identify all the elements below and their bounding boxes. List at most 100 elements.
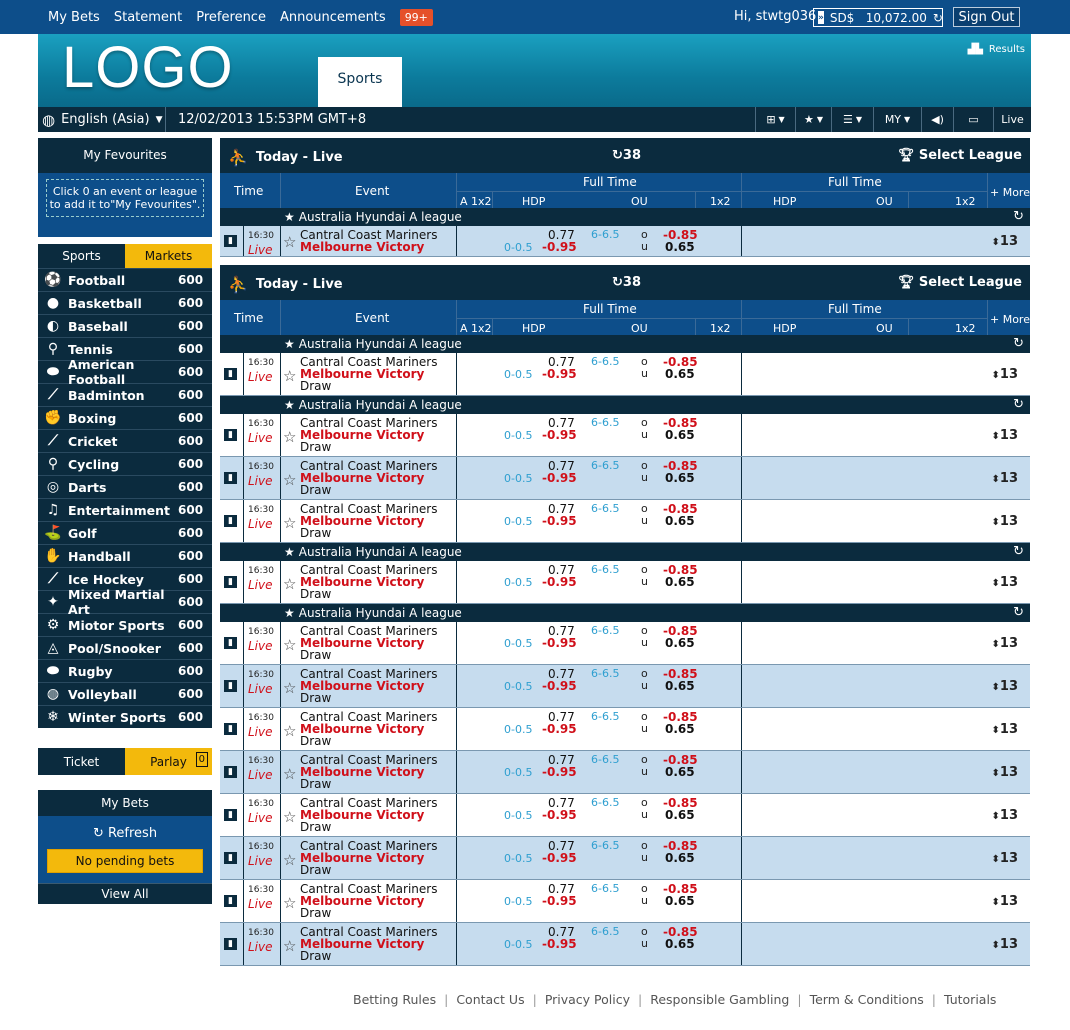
more-markets-button[interactable]: ⬍13 bbox=[992, 367, 1018, 382]
refresh-icon[interactable]: ↻ bbox=[1013, 397, 1024, 412]
stats-chart-icon[interactable]: ▮ bbox=[224, 575, 237, 588]
league-header[interactable]: ★ Australia Hyundai A league ↻ bbox=[220, 396, 1030, 414]
league-header[interactable]: ★ Australia Hyundai A league ↻ bbox=[220, 335, 1030, 353]
under-odds[interactable]: 0.65 bbox=[665, 636, 695, 650]
footer-link[interactable]: Betting Rules bbox=[353, 992, 436, 1007]
away-hdp-odds[interactable]: -0.95 bbox=[542, 367, 577, 381]
sport-item-basketball[interactable]: ● Basketball 600 bbox=[38, 291, 212, 314]
favourite-star-icon[interactable]: ☆ bbox=[283, 575, 296, 593]
stats-chart-icon[interactable]: ▮ bbox=[224, 808, 237, 821]
logo[interactable]: LOGO bbox=[62, 34, 234, 101]
favourite-star-icon[interactable]: ☆ bbox=[283, 851, 296, 869]
draw-label[interactable]: Draw bbox=[300, 906, 331, 920]
nav-statement[interactable]: Statement bbox=[114, 10, 182, 25]
away-hdp-odds[interactable]: -0.95 bbox=[542, 240, 577, 254]
stats-chart-icon[interactable]: ▮ bbox=[224, 471, 237, 484]
draw-label[interactable]: Draw bbox=[300, 379, 331, 393]
favourite-star-icon[interactable]: ☆ bbox=[283, 679, 296, 697]
away-hdp-odds[interactable]: -0.95 bbox=[542, 808, 577, 822]
balance-box[interactable]: » SD$ 10,072.00 ↻ bbox=[813, 8, 943, 27]
refresh-icon[interactable]: ↻ bbox=[1013, 544, 1024, 559]
draw-label[interactable]: Draw bbox=[300, 691, 331, 705]
away-hdp-odds[interactable]: -0.95 bbox=[542, 514, 577, 528]
stats-chart-icon[interactable]: ▮ bbox=[224, 428, 237, 441]
sport-item-volleyball[interactable]: ◍ Volleyball 600 bbox=[38, 682, 212, 705]
stats-chart-icon[interactable]: ▮ bbox=[224, 894, 237, 907]
league-header[interactable]: ★ Australia Hyundai A league ↻ bbox=[220, 208, 1030, 226]
more-markets-button[interactable]: ⬍13 bbox=[992, 765, 1018, 780]
draw-label[interactable]: Draw bbox=[300, 587, 331, 601]
away-hdp-odds[interactable]: -0.95 bbox=[542, 428, 577, 442]
more-markets-button[interactable]: ⬍13 bbox=[992, 471, 1018, 486]
tab-parlay[interactable]: Parlay 0 bbox=[125, 748, 212, 775]
results-link[interactable]: ▟▙ Results bbox=[968, 44, 1026, 55]
footer-link[interactable]: Term & Conditions bbox=[810, 992, 924, 1007]
favourite-star-icon[interactable]: ☆ bbox=[283, 233, 296, 251]
away-team[interactable]: Melbourne Victory bbox=[300, 240, 424, 254]
away-hdp-odds[interactable]: -0.95 bbox=[542, 851, 577, 865]
refresh-button[interactable]: ↻ Refresh bbox=[47, 826, 203, 841]
tab-ticket[interactable]: Ticket bbox=[38, 748, 125, 775]
under-odds[interactable]: 0.65 bbox=[665, 808, 695, 822]
tv-button[interactable]: ▭ bbox=[953, 107, 993, 132]
away-hdp-odds[interactable]: -0.95 bbox=[542, 894, 577, 908]
refresh-icon[interactable]: ↻ bbox=[1013, 336, 1024, 351]
view-all-button[interactable]: View All bbox=[38, 883, 212, 904]
away-hdp-odds[interactable]: -0.95 bbox=[542, 575, 577, 589]
away-hdp-odds[interactable]: -0.95 bbox=[542, 937, 577, 951]
sport-item-cycling[interactable]: ⚲ Cycling 600 bbox=[38, 452, 212, 475]
layout-button[interactable]: ☰ ▼ bbox=[831, 107, 873, 132]
sport-item-handball[interactable]: ✋ Handball 600 bbox=[38, 544, 212, 567]
away-hdp-odds[interactable]: -0.95 bbox=[542, 636, 577, 650]
more-markets-button[interactable]: ⬍13 bbox=[992, 722, 1018, 737]
favourite-filter-button[interactable]: ★ ▼ bbox=[795, 107, 831, 132]
under-odds[interactable]: 0.65 bbox=[665, 851, 695, 865]
nav-my-bets[interactable]: My Bets bbox=[48, 10, 100, 25]
select-league-button[interactable]: 🏆︎ Select League bbox=[898, 148, 1022, 163]
refresh-icon[interactable]: ↻ bbox=[1013, 605, 1024, 620]
under-odds[interactable]: 0.65 bbox=[665, 428, 695, 442]
more-markets-button[interactable]: ⬍13 bbox=[992, 636, 1018, 651]
draw-label[interactable]: Draw bbox=[300, 734, 331, 748]
live-count[interactable]: ↻38 bbox=[612, 275, 641, 290]
sport-item-pool-snooker[interactable]: ◬ Pool/Snooker 600 bbox=[38, 636, 212, 659]
more-markets-button[interactable]: ⬍13 bbox=[992, 234, 1018, 249]
favourite-star-icon[interactable]: ☆ bbox=[283, 367, 296, 385]
favourite-star-icon[interactable]: ☆ bbox=[283, 514, 296, 532]
sport-item-rugby[interactable]: ⬬ Rugby 600 bbox=[38, 659, 212, 682]
under-odds[interactable]: 0.65 bbox=[665, 765, 695, 779]
favourite-star-icon[interactable]: ☆ bbox=[283, 636, 296, 654]
live-count[interactable]: ↻38 bbox=[612, 148, 641, 163]
tab-sports-list[interactable]: Sports bbox=[38, 244, 125, 268]
refresh-icon[interactable]: ↻ bbox=[1013, 209, 1024, 224]
more-markets-button[interactable]: ⬍13 bbox=[992, 894, 1018, 909]
more-markets-button[interactable]: ⬍13 bbox=[992, 937, 1018, 952]
under-odds[interactable]: 0.65 bbox=[665, 575, 695, 589]
language-select[interactable]: ◍ English (Asia) ▼ bbox=[38, 107, 166, 132]
more-markets-button[interactable]: ⬍13 bbox=[992, 428, 1018, 443]
add-view-button[interactable]: ⊞ ▼ bbox=[755, 107, 795, 132]
stats-chart-icon[interactable]: ▮ bbox=[224, 367, 237, 380]
under-odds[interactable]: 0.65 bbox=[665, 679, 695, 693]
draw-label[interactable]: Draw bbox=[300, 820, 331, 834]
select-league-button[interactable]: 🏆︎ Select League bbox=[898, 275, 1022, 290]
under-odds[interactable]: 0.65 bbox=[665, 367, 695, 381]
favourite-star-icon[interactable]: ☆ bbox=[283, 808, 296, 826]
sport-item-winter-sports[interactable]: ❄ Winter Sports 600 bbox=[38, 705, 212, 728]
under-odds[interactable]: 0.65 bbox=[665, 514, 695, 528]
more-markets-button[interactable]: ⬍13 bbox=[992, 851, 1018, 866]
draw-label[interactable]: Draw bbox=[300, 863, 331, 877]
more-markets-button[interactable]: ⬍13 bbox=[992, 808, 1018, 823]
stats-chart-icon[interactable]: ▮ bbox=[224, 722, 237, 735]
sign-out-button[interactable]: Sign Out bbox=[953, 7, 1020, 27]
sport-item-golf[interactable]: ⛳ Golf 600 bbox=[38, 521, 212, 544]
league-header[interactable]: ★ Australia Hyundai A league ↻ bbox=[220, 543, 1030, 561]
footer-link[interactable]: Responsible Gambling bbox=[650, 992, 789, 1007]
away-hdp-odds[interactable]: -0.95 bbox=[542, 679, 577, 693]
stats-chart-icon[interactable]: ▮ bbox=[224, 851, 237, 864]
balance-refresh-icon[interactable]: ↻ bbox=[933, 11, 943, 25]
draw-label[interactable]: Draw bbox=[300, 777, 331, 791]
stats-chart-icon[interactable]: ▮ bbox=[224, 679, 237, 692]
away-hdp-odds[interactable]: -0.95 bbox=[542, 722, 577, 736]
draw-label[interactable]: Draw bbox=[300, 526, 331, 540]
